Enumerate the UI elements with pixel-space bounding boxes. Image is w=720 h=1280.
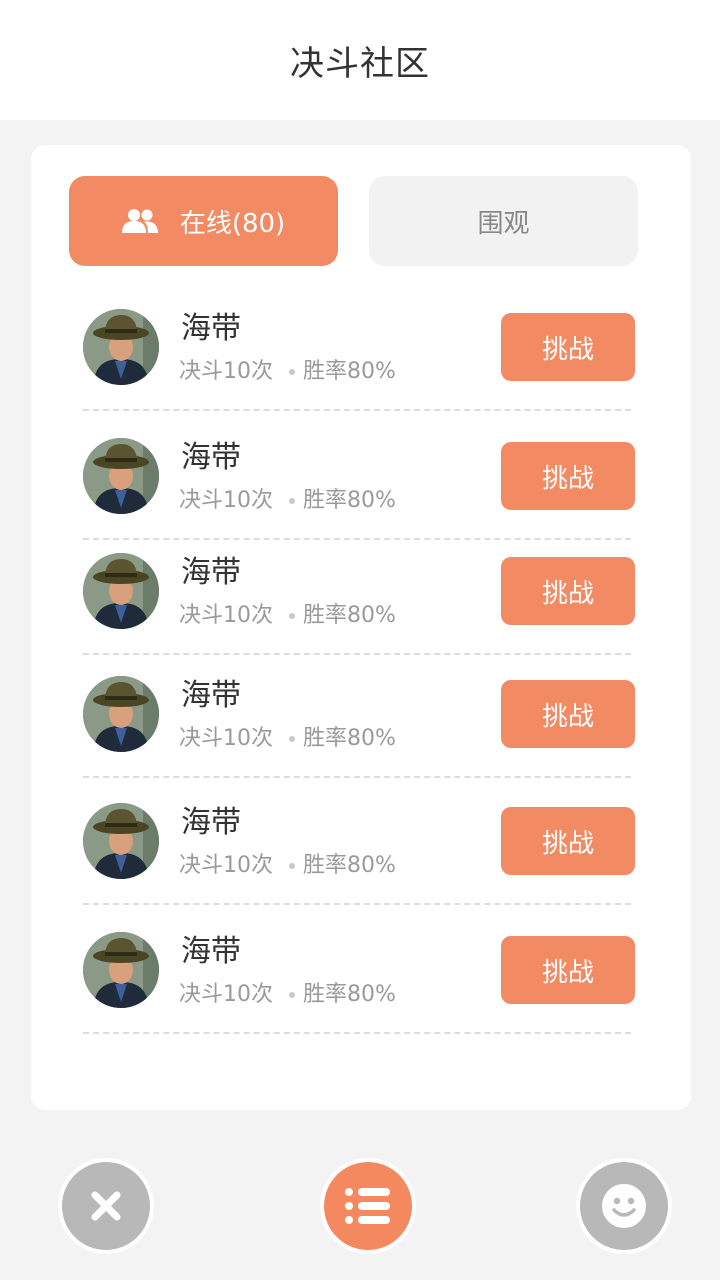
separator-dot: [289, 992, 295, 998]
avatar: [83, 438, 159, 514]
list-item: 海带 决斗10次 胜率80% 挑战: [83, 426, 635, 540]
list-button[interactable]: [320, 1158, 416, 1254]
emoji-button[interactable]: [576, 1158, 672, 1254]
challenge-button[interactable]: 挑战: [501, 557, 635, 625]
duel-count: 决斗10次: [179, 853, 273, 878]
challenge-button[interactable]: 挑战: [501, 313, 635, 381]
app-header: 决斗社区: [0, 0, 720, 120]
separator-dot: [289, 736, 295, 742]
list-item: 海带 决斗10次 胜率80% 挑战: [83, 541, 635, 655]
player-name: 海带: [181, 555, 241, 590]
challenge-button[interactable]: 挑战: [501, 442, 635, 510]
separator-dot: [289, 863, 295, 869]
divider: [83, 409, 631, 411]
separator-dot: [289, 498, 295, 504]
win-rate: 胜率80%: [303, 853, 396, 878]
divider: [83, 653, 631, 655]
win-rate: 胜率80%: [303, 603, 396, 628]
avatar: [83, 676, 159, 752]
divider: [83, 538, 631, 540]
player-name: 海带: [181, 805, 241, 840]
list-icon: [324, 1162, 412, 1250]
community-card: 在线(80) 围观 海带 决斗10次 胜率80% 挑战 海带 决斗10次 胜率8…: [31, 145, 691, 1110]
win-rate: 胜率80%: [303, 488, 396, 513]
challenge-button[interactable]: 挑战: [501, 680, 635, 748]
player-stats: 决斗10次 胜率80%: [179, 720, 396, 752]
challenge-button[interactable]: 挑战: [501, 807, 635, 875]
duel-count: 决斗10次: [179, 488, 273, 513]
win-rate: 胜率80%: [303, 726, 396, 751]
tab-online[interactable]: 在线(80): [69, 176, 338, 266]
duel-count: 决斗10次: [179, 982, 273, 1007]
player-name: 海带: [181, 678, 241, 713]
close-icon: [62, 1162, 150, 1250]
avatar: [83, 932, 159, 1008]
separator-dot: [289, 613, 295, 619]
player-name: 海带: [181, 934, 241, 969]
win-rate: 胜率80%: [303, 359, 396, 384]
duel-count: 决斗10次: [179, 603, 273, 628]
divider: [83, 1032, 631, 1034]
page-title: 决斗社区: [290, 43, 430, 84]
win-rate: 胜率80%: [303, 982, 396, 1007]
list-item: 海带 决斗10次 胜率80% 挑战: [83, 920, 635, 1034]
player-stats: 决斗10次 胜率80%: [179, 353, 396, 385]
list-item: 海带 决斗10次 胜率80% 挑战: [83, 297, 635, 411]
divider: [83, 903, 631, 905]
player-stats: 决斗10次 胜率80%: [179, 482, 396, 514]
player-stats: 决斗10次 胜率80%: [179, 847, 396, 879]
tab-online-label: 在线(80): [179, 208, 286, 239]
tab-watch[interactable]: 围观: [369, 176, 638, 266]
player-stats: 决斗10次 胜率80%: [179, 597, 396, 629]
player-name: 海带: [181, 440, 241, 475]
divider: [83, 776, 631, 778]
avatar: [83, 803, 159, 879]
challenge-button[interactable]: 挑战: [501, 936, 635, 1004]
duel-count: 决斗10次: [179, 726, 273, 751]
avatar: [83, 553, 159, 629]
avatar: [83, 309, 159, 385]
duel-count: 决斗10次: [179, 359, 273, 384]
list-item: 海带 决斗10次 胜率80% 挑战: [83, 664, 635, 778]
users-icon: [121, 208, 158, 234]
player-name: 海带: [181, 311, 241, 346]
smiley-icon: [580, 1162, 668, 1250]
player-stats: 决斗10次 胜率80%: [179, 976, 396, 1008]
separator-dot: [289, 369, 295, 375]
close-button[interactable]: [58, 1158, 154, 1254]
tab-watch-label: 围观: [477, 208, 530, 239]
list-item: 海带 决斗10次 胜率80% 挑战: [83, 791, 635, 905]
